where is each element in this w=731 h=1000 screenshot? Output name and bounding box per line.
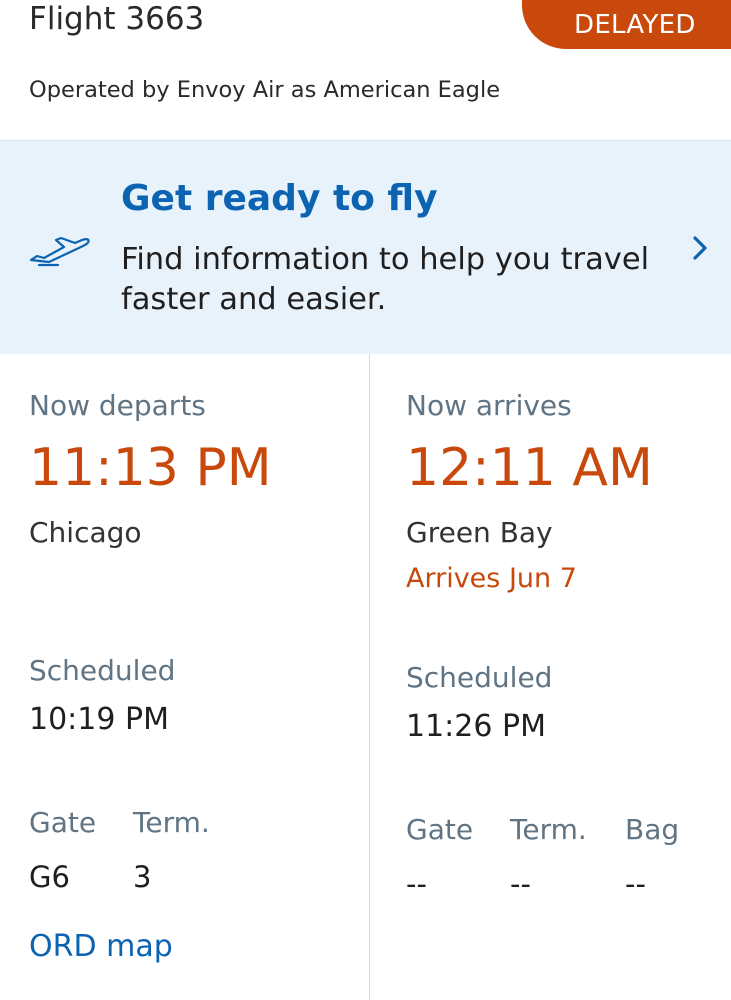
column-divider bbox=[369, 354, 370, 1000]
departure-city: Chicago bbox=[29, 516, 142, 549]
arrival-city: Green Bay bbox=[406, 516, 553, 549]
flight-status-page: Flight 3663 DELAYED Operated by Envoy Ai… bbox=[0, 0, 731, 1000]
arrival-bag-label: Bag bbox=[625, 813, 680, 846]
departure-time: 11:13 PM bbox=[29, 438, 272, 498]
departure-terminal-value: 3 bbox=[133, 860, 152, 894]
status-badge: DELAYED bbox=[522, 0, 731, 49]
departs-label: Now departs bbox=[29, 389, 206, 422]
departure-scheduled-time: 10:19 PM bbox=[29, 702, 169, 737]
operator-info: Operated by Envoy Air as American Eagle bbox=[29, 77, 501, 103]
promo-description: Find information to help you travel fast… bbox=[121, 242, 650, 317]
arrival-terminal-label: Term. bbox=[510, 813, 587, 846]
arrival-scheduled-label: Scheduled bbox=[406, 661, 553, 694]
departure-gate-value: G6 bbox=[29, 860, 70, 894]
arrival-bag-value: -- bbox=[625, 867, 646, 901]
promo-title: Get ready to fly bbox=[121, 178, 438, 219]
departure-gate-label: Gate bbox=[29, 806, 97, 839]
arrival-terminal-value: -- bbox=[510, 867, 531, 901]
arrival-gate-value: -- bbox=[406, 867, 427, 901]
chevron-right-icon[interactable] bbox=[690, 233, 710, 263]
ord-map-link[interactable]: ORD map bbox=[29, 928, 173, 966]
arrives-label: Now arrives bbox=[406, 389, 572, 422]
arrival-gate-label: Gate bbox=[406, 813, 474, 846]
flight-title: Flight 3663 bbox=[29, 1, 205, 37]
arrival-date-note: Arrives Jun 7 bbox=[406, 563, 577, 594]
arrival-scheduled-time: 11:26 PM bbox=[406, 709, 546, 744]
arrival-time: 12:11 AM bbox=[406, 438, 653, 498]
departure-scheduled-label: Scheduled bbox=[29, 654, 176, 687]
get-ready-to-fly-banner[interactable]: Get ready to fly Find information to hel… bbox=[0, 140, 731, 354]
airplane-takeoff-icon bbox=[29, 236, 90, 267]
departure-terminal-label: Term. bbox=[133, 806, 210, 839]
